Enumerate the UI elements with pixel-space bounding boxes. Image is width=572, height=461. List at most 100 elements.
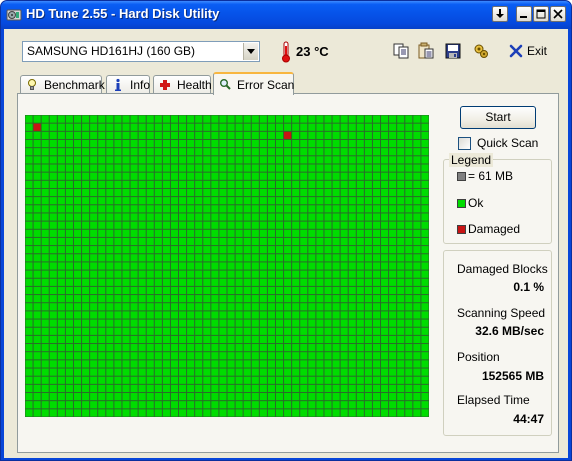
scan-block-ok xyxy=(138,156,146,164)
copy-icon[interactable] xyxy=(392,42,410,60)
save-icon[interactable] xyxy=(444,42,462,60)
checkbox-box[interactable] xyxy=(458,137,471,150)
close-button[interactable] xyxy=(550,6,566,22)
scan-block-ok xyxy=(348,188,356,197)
scan-block-ok xyxy=(267,319,275,327)
scan-block-ok xyxy=(138,139,146,148)
scan-block-ok xyxy=(300,262,308,270)
scan-block-ok xyxy=(49,303,57,311)
options-icon[interactable] xyxy=(472,42,490,60)
scan-block-ok xyxy=(82,393,90,401)
scan-block-ok xyxy=(65,327,73,335)
scan-block-ok xyxy=(98,254,106,262)
scan-block-ok xyxy=(397,229,405,237)
tab-error-scan[interactable]: Error Scan xyxy=(213,72,294,95)
scan-block-ok xyxy=(251,115,259,123)
scan-block-ok xyxy=(25,335,33,344)
scan-block-ok xyxy=(243,139,251,148)
tab-health[interactable]: Health xyxy=(153,75,212,94)
scan-block-ok xyxy=(332,384,340,393)
scan-block-ok xyxy=(106,123,114,131)
scan-block-ok xyxy=(348,139,356,148)
scan-block-ok xyxy=(90,148,98,156)
drive-select[interactable]: SAMSUNG HD161HJ (160 GB) xyxy=(22,41,260,62)
scan-block-ok xyxy=(154,409,162,417)
minimize-button[interactable] xyxy=(516,6,532,22)
scan-block-ok xyxy=(154,205,162,213)
scan-block-ok xyxy=(381,172,389,180)
start-button[interactable]: Start xyxy=(460,106,536,129)
scan-block-ok xyxy=(33,139,41,148)
scan-block-ok xyxy=(195,368,203,376)
scan-block-ok xyxy=(49,172,57,180)
scan-block-ok xyxy=(308,393,316,401)
tab-benchmark[interactable]: Benchmark xyxy=(20,75,105,94)
scan-block-ok xyxy=(73,229,82,237)
scan-block-ok xyxy=(267,360,275,368)
scan-block-ok xyxy=(243,352,251,360)
scan-block-ok xyxy=(405,197,413,205)
scan-block-ok xyxy=(219,156,227,164)
scan-block-ok xyxy=(284,360,292,368)
scan-block-ok xyxy=(243,180,251,188)
scan-block-ok xyxy=(33,384,41,393)
scan-block-ok xyxy=(41,311,49,319)
maximize-button[interactable] xyxy=(533,6,549,22)
scan-block-ok xyxy=(211,278,219,286)
scan-block-ok xyxy=(82,164,90,172)
tab-info[interactable]: Info xyxy=(106,75,150,94)
scan-block-ok xyxy=(300,335,308,344)
scan-block-ok xyxy=(114,295,122,303)
scan-block-ok xyxy=(372,188,381,197)
scan-block-ok xyxy=(405,188,413,197)
scan-block-ok xyxy=(187,384,195,393)
scan-block-ok xyxy=(33,213,41,221)
scan-block-ok xyxy=(421,393,429,401)
scan-block-ok xyxy=(421,335,429,344)
scan-block-ok xyxy=(340,180,348,188)
scan-block-ok xyxy=(324,303,332,311)
scan-block-ok xyxy=(90,376,98,384)
scan-block-ok xyxy=(49,319,57,327)
scan-block-ok xyxy=(372,148,381,156)
scan-block-ok xyxy=(397,180,405,188)
scan-block-ok xyxy=(170,335,179,344)
scan-block-ok xyxy=(57,229,65,237)
scan-block-ok xyxy=(195,172,203,180)
scan-block-ok xyxy=(397,123,405,131)
scan-block-ok xyxy=(284,409,292,417)
scan-block-ok xyxy=(324,295,332,303)
scan-block-ok xyxy=(356,213,364,221)
exit-button[interactable]: Exit xyxy=(509,42,547,62)
scan-block-ok xyxy=(130,213,138,221)
scan-block-ok xyxy=(25,286,33,295)
scan-block-ok xyxy=(259,148,267,156)
scan-block-ok xyxy=(316,393,324,401)
scan-block-ok xyxy=(170,393,179,401)
scan-block-ok xyxy=(90,197,98,205)
position-label: Position xyxy=(457,350,500,364)
scan-block-ok xyxy=(348,213,356,221)
scan-block-ok xyxy=(25,139,33,148)
scan-block-ok xyxy=(284,286,292,295)
scan-block-ok xyxy=(154,376,162,384)
scan-block-ok xyxy=(82,401,90,409)
scan-block-ok xyxy=(114,180,122,188)
scan-block-ok xyxy=(73,188,82,197)
dropdown-button[interactable] xyxy=(492,6,508,22)
scan-block-ok xyxy=(82,131,90,139)
drive-select-dropdown-button[interactable] xyxy=(243,43,258,60)
scan-block-ok xyxy=(421,229,429,237)
scan-block-ok xyxy=(397,352,405,360)
scan-block-ok xyxy=(332,164,340,172)
scan-block-ok xyxy=(235,327,243,335)
copy-info-icon[interactable] xyxy=(417,42,435,60)
scan-block-ok xyxy=(284,319,292,327)
scan-block-ok xyxy=(235,246,243,254)
scan-block-ok xyxy=(332,246,340,254)
title-bar[interactable]: HD Tune 2.55 - Hard Disk Utility xyxy=(1,1,571,29)
scan-block-ok xyxy=(49,335,57,344)
scan-block-ok xyxy=(41,221,49,229)
scan-block-ok xyxy=(235,368,243,376)
scan-block-ok xyxy=(154,229,162,237)
